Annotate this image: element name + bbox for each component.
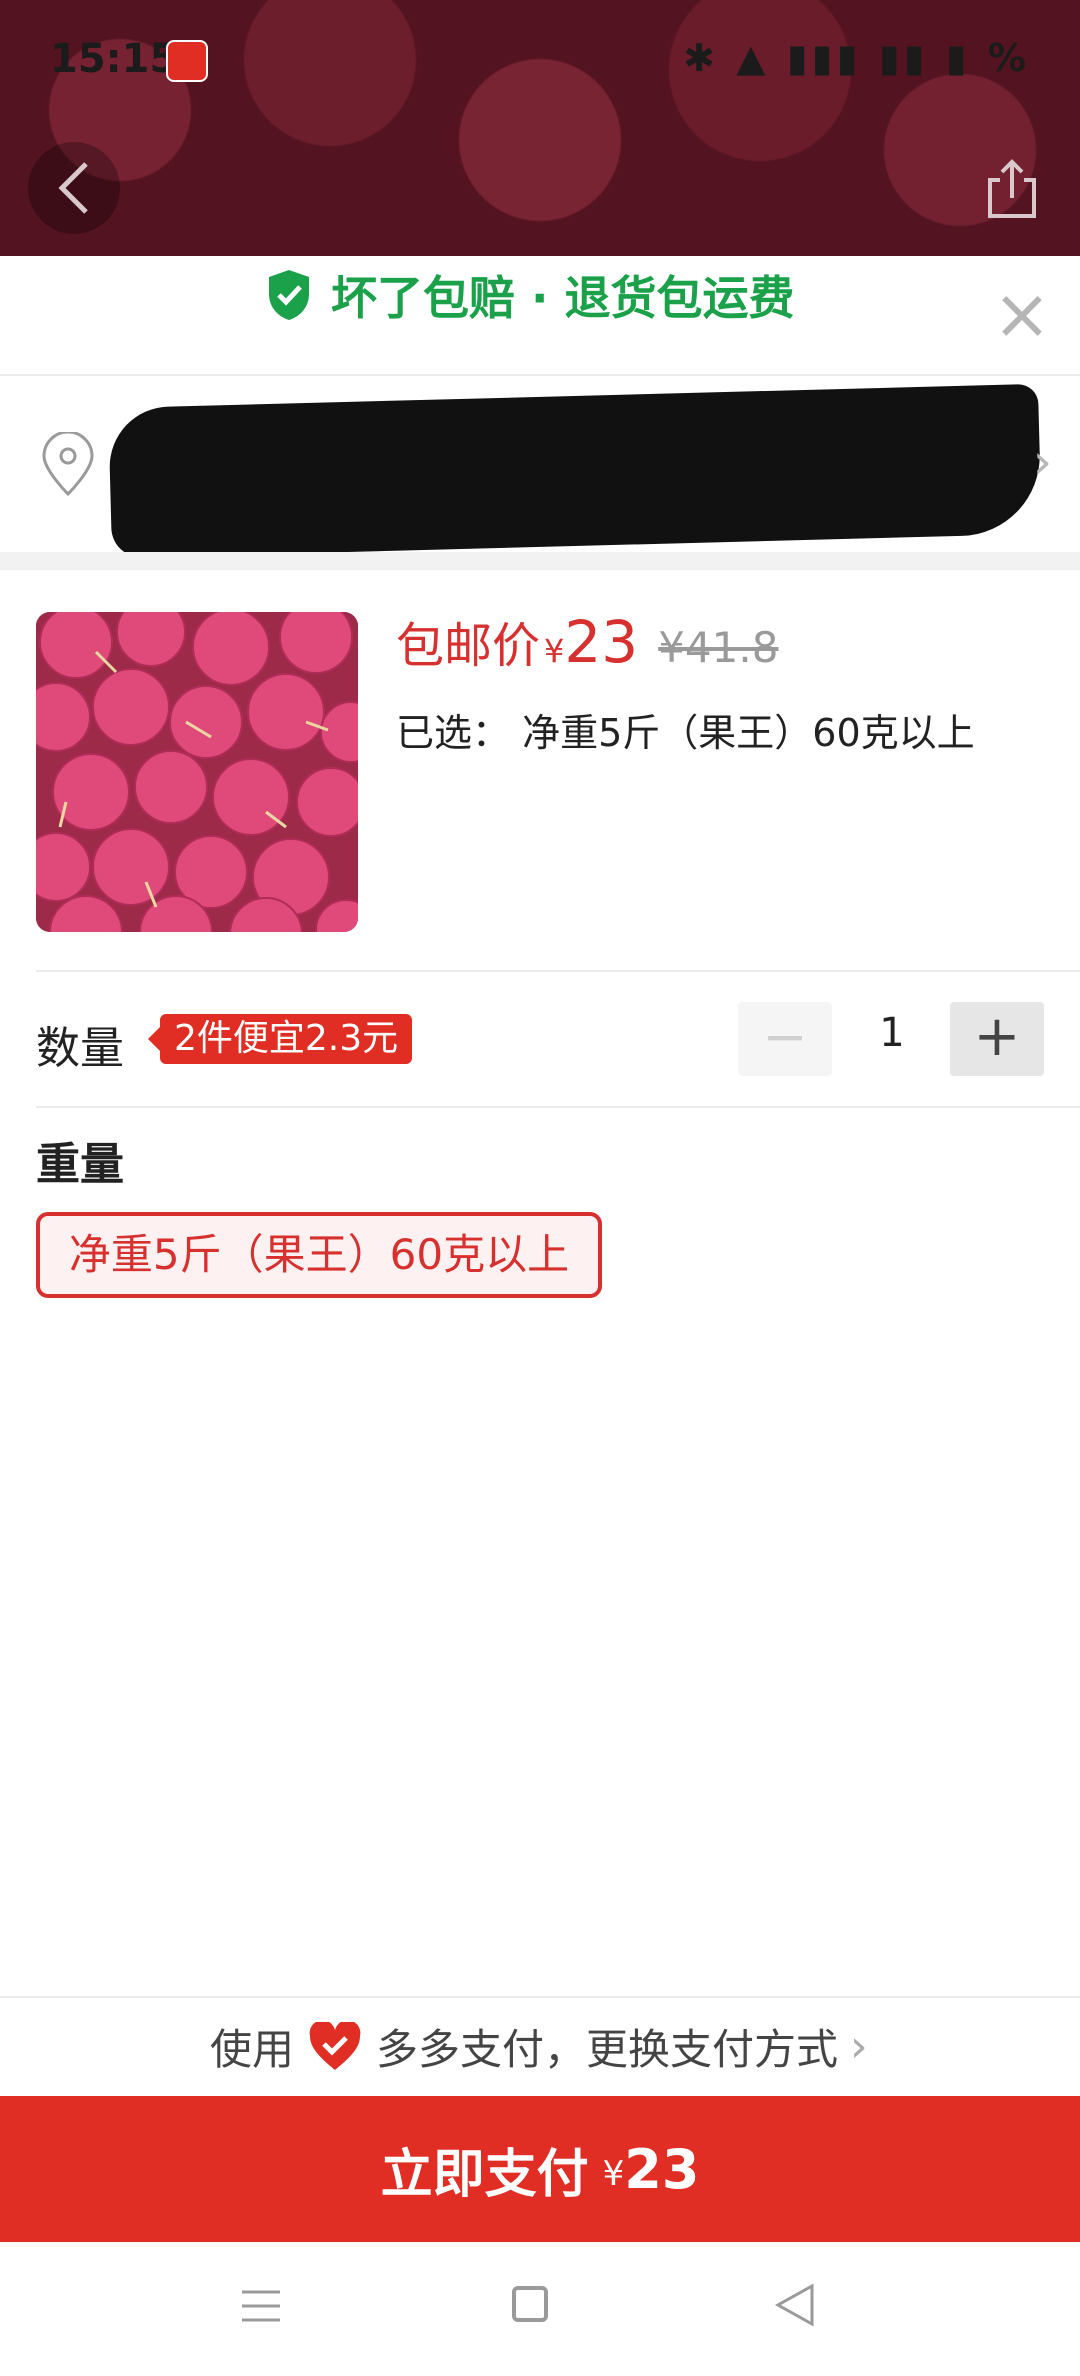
quantity-promo-badge: 2件便宜2.3元: [147, 1014, 413, 1064]
selected-label: 已选：: [396, 711, 511, 755]
section-gap: [0, 552, 1080, 570]
close-button[interactable]: ×: [992, 279, 1052, 349]
shield-check-icon: [269, 270, 309, 320]
divider: [36, 1106, 1080, 1108]
chevron-right-icon: ›: [1032, 434, 1052, 490]
status-bar: 15:15 ✱ ▲ ▮▮▮ ▮▮ ▮ %: [0, 0, 1080, 120]
quantity-value[interactable]: 1: [852, 1010, 932, 1056]
original-price: ¥41.8: [658, 623, 779, 672]
home-icon[interactable]: [512, 2286, 548, 2322]
heart-icon: [309, 2021, 361, 2070]
weight-option-selected[interactable]: 净重5斤（果王）60克以上: [36, 1212, 602, 1298]
price-line: 包邮价 ¥ 23 ¥41.8: [396, 606, 778, 676]
quantity-increase-button[interactable]: +: [950, 1002, 1044, 1076]
selected-variant: 已选： 净重5斤（果王）60克以上: [396, 702, 975, 757]
close-icon: ×: [992, 273, 1052, 355]
weight-section-title: 重量: [36, 1139, 124, 1190]
menu-icon[interactable]: [240, 2286, 282, 2326]
pay-button-currency: ¥: [602, 2154, 625, 2194]
pay-now-button[interactable]: 立即支付 ¥ 23: [0, 2096, 1080, 2242]
pay-button-label: 立即支付: [380, 2144, 589, 2205]
plus-icon: +: [973, 1004, 1021, 1069]
payment-prefix: 使用: [210, 2025, 295, 2074]
divider: [36, 970, 1080, 972]
address-row[interactable]: ›: [0, 376, 1080, 559]
back-button[interactable]: [28, 142, 120, 234]
guarantee-banner: 坏了包赔 · 退货包运费: [265, 262, 795, 328]
guarantee-text: 坏了包赔 · 退货包运费: [331, 271, 795, 325]
share-icon: [988, 159, 1036, 218]
status-icons: ✱ ▲ ▮▮▮ ▮▮ ▮ %: [683, 36, 1030, 80]
status-time: 15:15: [50, 36, 178, 82]
price-currency: ¥: [544, 632, 565, 670]
price-value: 23: [564, 608, 639, 676]
sheet-header: 坏了包赔 · 退货包运费 ×: [0, 256, 1080, 376]
minus-icon: −: [762, 1005, 808, 1068]
system-nav-bar: [0, 2242, 1080, 2376]
chevron-right-icon: ›: [850, 2021, 868, 2072]
price-label: 包邮价: [396, 618, 541, 674]
app-notification-icon: [166, 40, 208, 82]
quantity-decrease-button[interactable]: −: [738, 1002, 832, 1076]
location-pin-icon: [42, 432, 94, 497]
share-button[interactable]: [966, 142, 1058, 234]
selected-value: 净重5斤（果王）60克以上: [522, 711, 975, 755]
redacted-address: [108, 383, 1042, 559]
back-icon: [58, 162, 88, 214]
payment-method-text: 多多支付，更换支付方式: [376, 2025, 839, 2074]
payment-method-row[interactable]: 使用 多多支付，更换支付方式 ›: [0, 1996, 1080, 2098]
quantity-label: 数量: [36, 1023, 124, 1074]
pay-button-amount: 23: [624, 2137, 700, 2201]
product-thumbnail: [36, 612, 358, 932]
back-nav-icon[interactable]: [774, 2282, 816, 2328]
